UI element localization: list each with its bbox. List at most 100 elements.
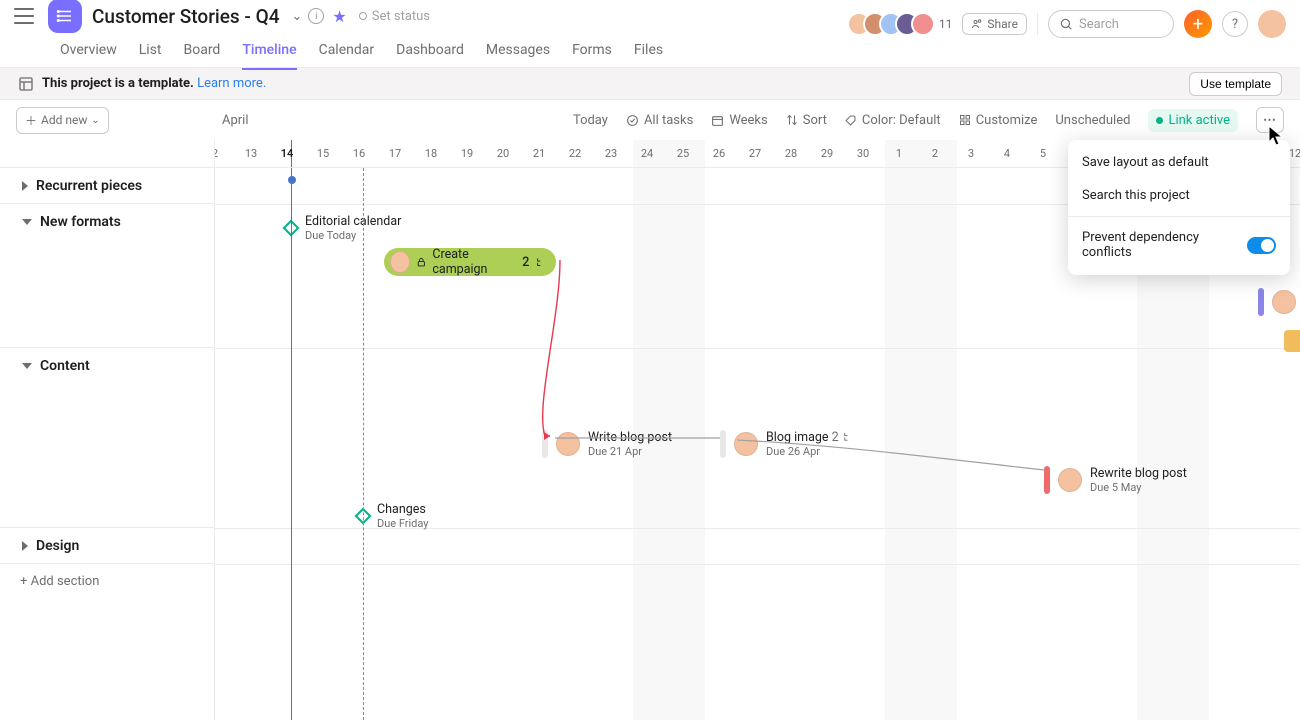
menu-prevent-conflicts[interactable]: Prevent dependency conflicts	[1068, 221, 1290, 269]
menu-save-layout[interactable]: Save layout as default	[1068, 146, 1290, 179]
date-30: 30	[845, 140, 881, 168]
use-template-button[interactable]: Use template	[1189, 72, 1282, 96]
more-options-menu: Save layout as default Search this proje…	[1068, 140, 1290, 275]
zoom-weeks[interactable]: Weeks	[711, 113, 767, 128]
date-4: 4	[989, 140, 1025, 168]
date-2: 2	[917, 140, 953, 168]
tab-forms[interactable]: Forms	[572, 42, 612, 68]
more-options-button[interactable]: ⋯	[1256, 107, 1284, 133]
search-input[interactable]: Search	[1048, 10, 1174, 38]
caret-down-icon	[22, 219, 32, 225]
date-29: 29	[809, 140, 845, 168]
date-5: 5	[1025, 140, 1061, 168]
status-dot-icon	[359, 12, 367, 20]
task-rewrite-blog-post[interactable]: Rewrite blog postDue 5 May	[1044, 466, 1187, 494]
tab-list[interactable]: List	[139, 42, 162, 68]
month-label: April	[222, 113, 249, 128]
assignee-avatar	[1058, 468, 1082, 492]
tab-files[interactable]: Files	[634, 42, 663, 68]
toggle-on-icon[interactable]	[1247, 237, 1276, 254]
banner-link[interactable]: Learn more.	[197, 76, 266, 91]
caret-down-icon	[22, 363, 32, 369]
task-blog-image[interactable]: Blog image 2 Due 26 Apr	[720, 430, 853, 458]
subtasks-icon	[842, 431, 853, 442]
task-peek-yellow[interactable]	[1284, 330, 1300, 352]
date-26: 26	[701, 140, 737, 168]
private-icon	[416, 256, 427, 268]
star-icon[interactable]: ★	[332, 7, 346, 26]
tab-board[interactable]: Board	[184, 42, 221, 68]
status-label: Set status	[372, 9, 430, 24]
milestone-guideline	[363, 168, 364, 720]
date-21: 21	[521, 140, 557, 168]
search-placeholder: Search	[1079, 17, 1119, 32]
date-1: 1	[881, 140, 917, 168]
project-dropdown-icon[interactable]: ⌄	[292, 9, 303, 24]
date-3: 3	[953, 140, 989, 168]
help-button[interactable]: ?	[1222, 11, 1248, 37]
date-25: 25	[665, 140, 701, 168]
member-avatars[interactable]: 11	[847, 12, 953, 36]
assignee-avatar	[734, 432, 758, 456]
tab-overview[interactable]: Overview	[60, 42, 117, 68]
project-icon[interactable]	[48, 0, 82, 33]
sort-button[interactable]: Sort	[786, 113, 827, 128]
tab-dashboard[interactable]: Dashboard	[396, 42, 464, 68]
color-button[interactable]: Color: Default	[845, 113, 941, 128]
share-button[interactable]: Share	[962, 13, 1027, 35]
member-count: 11	[939, 17, 953, 31]
unscheduled-button[interactable]: Unscheduled	[1055, 113, 1130, 128]
task-peek-right[interactable]: PD	[1258, 288, 1300, 316]
assignee-avatar	[1272, 290, 1296, 314]
date-28: 28	[773, 140, 809, 168]
assignee-avatar	[556, 432, 580, 456]
link-active-button[interactable]: Link active	[1148, 109, 1238, 132]
caret-right-icon	[22, 541, 28, 551]
date-24: 24	[629, 140, 665, 168]
check-circle-icon	[626, 114, 639, 127]
banner-text: This project is a template.	[42, 76, 194, 91]
tab-messages[interactable]: Messages	[486, 42, 550, 68]
share-label: Share	[987, 17, 1018, 31]
task-editorial-calendar[interactable]: Editorial calendar Due Today	[285, 214, 401, 242]
customize-button[interactable]: Customize	[959, 113, 1038, 128]
today-button[interactable]: Today	[573, 113, 608, 128]
calendar-icon	[711, 114, 724, 127]
date-19: 19	[449, 140, 485, 168]
caret-right-icon	[22, 181, 28, 191]
all-tasks-filter[interactable]: All tasks	[626, 113, 693, 128]
section-new-formats[interactable]: New formats	[0, 204, 214, 240]
grid-icon	[959, 114, 971, 126]
section-recurrent[interactable]: Recurrent pieces	[0, 168, 214, 204]
section-content[interactable]: Content	[0, 348, 214, 384]
menu-search-project[interactable]: Search this project	[1068, 179, 1290, 212]
task-write-blog-post[interactable]: Write blog postDue 21 Apr	[542, 430, 672, 458]
menu-button[interactable]	[14, 8, 34, 24]
profile-avatar[interactable]	[1258, 10, 1286, 38]
add-new-button[interactable]: ＋Add new⌄	[16, 107, 109, 134]
section-design[interactable]: Design	[0, 528, 214, 564]
link-dot-icon	[1156, 117, 1163, 124]
project-title[interactable]: Customer Stories - Q4	[92, 5, 280, 28]
tab-timeline[interactable]: Timeline	[242, 42, 296, 70]
today-indicator	[291, 140, 292, 720]
search-icon	[1059, 17, 1073, 31]
task-create-campaign[interactable]: Create campaign 2	[384, 248, 556, 276]
date-20: 20	[485, 140, 521, 168]
status-button[interactable]: Set status	[359, 9, 430, 24]
global-add-button[interactable]: +	[1184, 10, 1212, 38]
section-sidebar: Recurrent pieces New formats Content Des…	[0, 140, 215, 720]
date-13: 13	[233, 140, 269, 168]
separator	[1037, 13, 1038, 35]
info-icon[interactable]: i	[308, 8, 324, 24]
sort-icon	[786, 114, 798, 126]
tab-calendar[interactable]: Calendar	[319, 42, 375, 68]
date-16: 16	[341, 140, 377, 168]
add-section-button[interactable]: + Add section	[0, 564, 214, 599]
date-22: 22	[557, 140, 593, 168]
date-17: 17	[377, 140, 413, 168]
task-changes[interactable]: ChangesDue Friday	[357, 502, 429, 530]
date-27: 27	[737, 140, 773, 168]
date-23: 23	[593, 140, 629, 168]
template-icon	[18, 76, 34, 92]
